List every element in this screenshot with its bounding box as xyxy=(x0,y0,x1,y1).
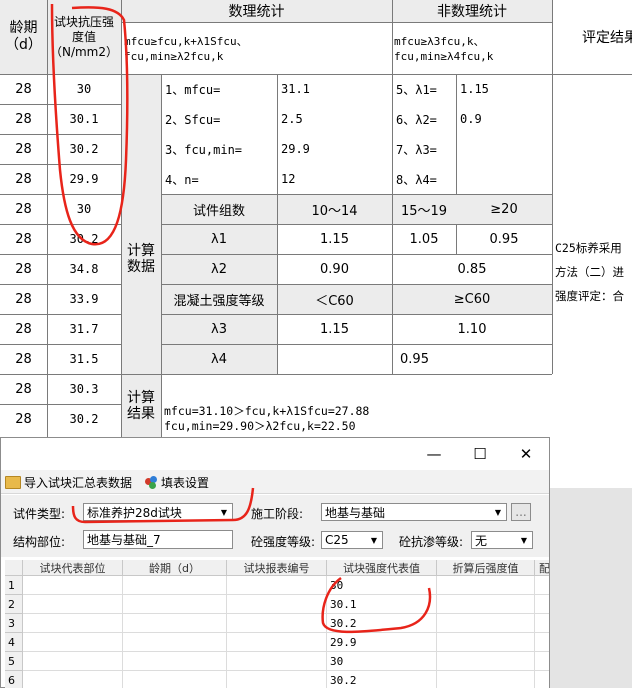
red-annotation-marks-dialog xyxy=(71,487,432,634)
strength-evaluation-sheet: 龄期 （d） 试块抗压强 度值 （N/mm2） 数理统计 非数理统计 评定结果 … xyxy=(0,0,632,438)
specimen-import-dialog: — ☐ ✕ 导入试块汇总表数据 填表设置 试件类型: 标准养护28d试块 ▼ 施… xyxy=(0,437,550,688)
background-window-strip xyxy=(550,488,632,688)
red-circle-grid-values xyxy=(321,576,432,634)
red-annotation-marks xyxy=(50,3,129,246)
red-underline-type xyxy=(71,487,255,524)
red-circle-strength-column xyxy=(50,3,129,246)
